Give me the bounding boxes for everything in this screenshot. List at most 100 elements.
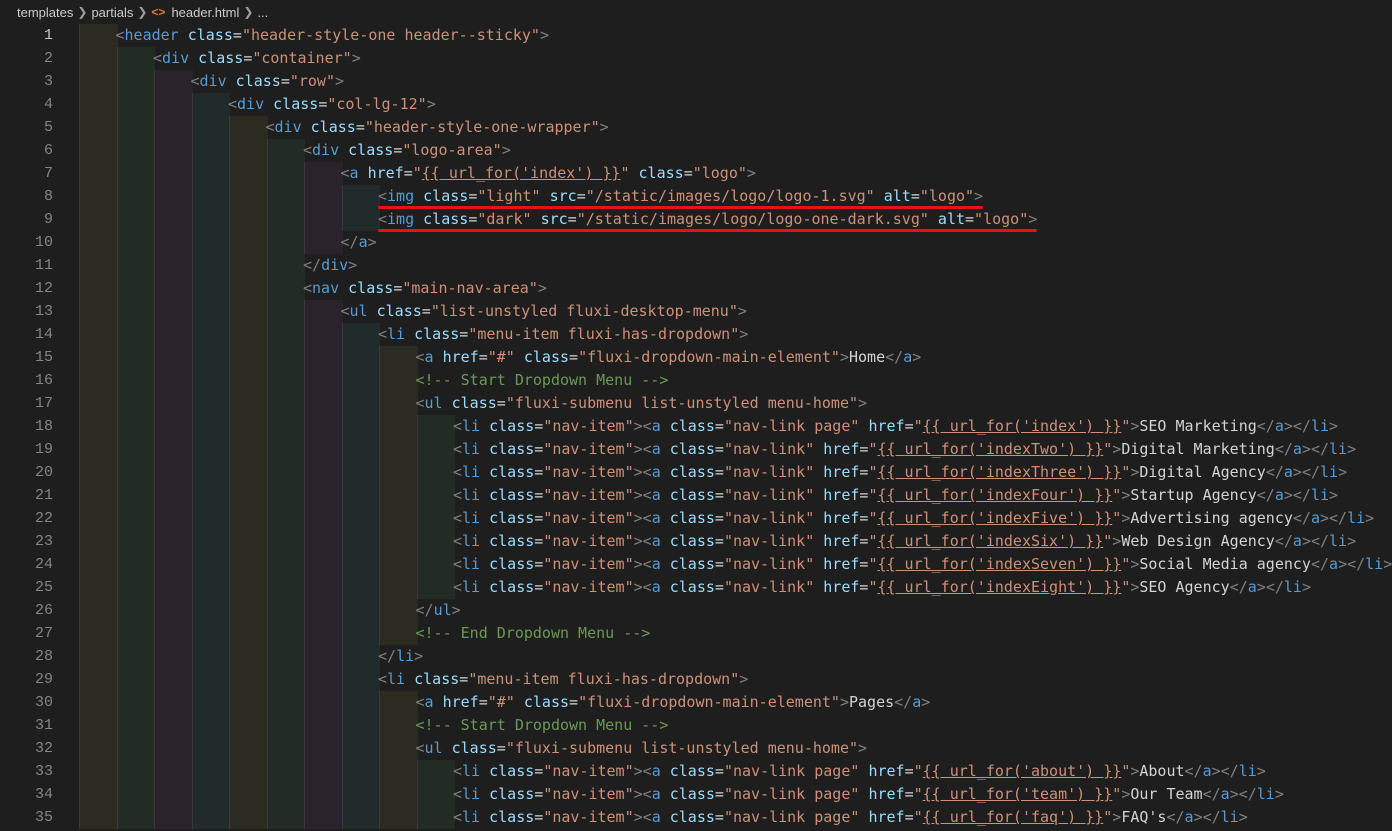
- code-text[interactable]: <div class="row">: [191, 70, 345, 93]
- code-text[interactable]: <ul class="fluxi-submenu list-unstyled m…: [416, 392, 868, 415]
- code-line[interactable]: 4 <div class="col-lg-12">: [0, 93, 1392, 116]
- code-line[interactable]: 1 <header class="header-style-one header-…: [0, 24, 1392, 47]
- code-line[interactable]: 27 <!-- End Dropdown Menu -->: [0, 622, 1392, 645]
- code-text[interactable]: <img class="dark" src="/static/images/lo…: [378, 208, 1037, 231]
- code-text[interactable]: <li class="nav-item"><a class="nav-link"…: [453, 438, 1356, 461]
- breadcrumb-item-partials[interactable]: partials: [91, 5, 133, 20]
- indent-guide: [416, 576, 455, 599]
- code-line[interactable]: 10 </a>: [0, 231, 1392, 254]
- code-text[interactable]: <!-- Start Dropdown Menu -->: [416, 714, 669, 737]
- code-line[interactable]: 22 <li class="nav-item"><a class="nav-lin…: [0, 507, 1392, 530]
- code-line[interactable]: 34 <li class="nav-item"><a class="nav-lin…: [0, 783, 1392, 806]
- code-text[interactable]: <a href="#" class="fluxi-dropdown-main-e…: [416, 691, 931, 714]
- code-text[interactable]: <ul class="list-unstyled fluxi-desktop-m…: [341, 300, 747, 323]
- indent-guide: [266, 576, 305, 599]
- code-line[interactable]: 18 <li class="nav-item"><a class="nav-lin…: [0, 415, 1392, 438]
- annotation-underline: [378, 206, 984, 209]
- indent-guide: [116, 461, 155, 484]
- code-line[interactable]: 20 <li class="nav-item"><a class="nav-lin…: [0, 461, 1392, 484]
- indent-guide: [154, 668, 193, 691]
- code-line[interactable]: 33 <li class="nav-item"><a class="nav-lin…: [0, 760, 1392, 783]
- code-line[interactable]: 11 </div>: [0, 254, 1392, 277]
- code-text[interactable]: <nav class="main-nav-area">: [303, 277, 547, 300]
- code-line[interactable]: 5 <div class="header-style-one-wrapper">: [0, 116, 1392, 139]
- indent-guide: [116, 530, 155, 553]
- indent-guide: [379, 599, 418, 622]
- code-text[interactable]: <li class="nav-item"><a class="nav-link"…: [453, 530, 1356, 553]
- code-line[interactable]: 26 </ul>: [0, 599, 1392, 622]
- code-text[interactable]: <li class="nav-item"><a class="nav-link …: [453, 760, 1266, 783]
- code-line[interactable]: 19 <li class="nav-item"><a class="nav-lin…: [0, 438, 1392, 461]
- indent-guide: [116, 162, 155, 185]
- indent-guide: [304, 415, 343, 438]
- code-text[interactable]: <li class="nav-item"><a class="nav-link"…: [453, 484, 1338, 507]
- code-line[interactable]: 15 <a href="#" class="fluxi-dropdown-main…: [0, 346, 1392, 369]
- code-editor[interactable]: 1 <header class="header-style-one header-…: [0, 24, 1392, 831]
- code-line[interactable]: 9 <img class="dark" src="/static/images/l…: [0, 208, 1392, 231]
- code-text[interactable]: <li class="nav-item"><a class="nav-link"…: [453, 461, 1347, 484]
- breadcrumb-item-templates[interactable]: templates: [17, 5, 73, 20]
- code-text[interactable]: <li class="nav-item"><a class="nav-link"…: [453, 553, 1392, 576]
- code-line[interactable]: 24 <li class="nav-item"><a class="nav-lin…: [0, 553, 1392, 576]
- code-line[interactable]: 28 </li>: [0, 645, 1392, 668]
- code-line[interactable]: 14 <li class="menu-item fluxi-has-dropdow…: [0, 323, 1392, 346]
- indent-guide: [116, 553, 155, 576]
- code-line[interactable]: 31 <!-- Start Dropdown Menu -->: [0, 714, 1392, 737]
- code-line[interactable]: 35 <li class="nav-item"><a class="nav-lin…: [0, 806, 1392, 829]
- code-line[interactable]: 8 <img class="light" src="/static/images/…: [0, 185, 1392, 208]
- indent-guide: [116, 323, 155, 346]
- line-number: 5: [43, 119, 53, 136]
- code-line[interactable]: 23 <li class="nav-item"><a class="nav-lin…: [0, 530, 1392, 553]
- indent-guide: [79, 714, 118, 737]
- code-line[interactable]: 29 <li class="menu-item fluxi-has-dropdow…: [0, 668, 1392, 691]
- code-text[interactable]: <div class="container">: [153, 47, 361, 70]
- code-line[interactable]: 7 <a href="{{ url_for('index') }}" class=…: [0, 162, 1392, 185]
- code-text[interactable]: <li class="menu-item fluxi-has-dropdown"…: [378, 668, 748, 691]
- code-text[interactable]: <!-- End Dropdown Menu -->: [416, 622, 651, 645]
- indent-guide: [266, 760, 305, 783]
- code-text[interactable]: </ul>: [416, 599, 461, 622]
- code-text[interactable]: <a href="#" class="fluxi-dropdown-main-e…: [416, 346, 922, 369]
- code-line[interactable]: 25 <li class="nav-item"><a class="nav-lin…: [0, 576, 1392, 599]
- code-line[interactable]: 32 <ul class="fluxi-submenu list-unstyled…: [0, 737, 1392, 760]
- code-text[interactable]: </div>: [303, 254, 357, 277]
- code-text[interactable]: </a>: [341, 231, 377, 254]
- code-text[interactable]: <ul class="fluxi-submenu list-unstyled m…: [416, 737, 868, 760]
- code-text[interactable]: <div class="logo-area">: [303, 139, 511, 162]
- code-line[interactable]: 12 <nav class="main-nav-area">: [0, 277, 1392, 300]
- indent-guide: [79, 645, 118, 668]
- code-text[interactable]: <li class="nav-item"><a class="nav-link …: [453, 415, 1338, 438]
- code-text[interactable]: <header class="header-style-one header--…: [116, 24, 549, 47]
- indent-guide: [266, 783, 305, 806]
- code-text[interactable]: <li class="nav-item"><a class="nav-link"…: [453, 507, 1374, 530]
- indent-guide: [379, 438, 418, 461]
- breadcrumb-item-symbols[interactable]: ...: [257, 5, 268, 20]
- code-text[interactable]: <div class="header-style-one-wrapper">: [266, 116, 609, 139]
- code-text[interactable]: <li class="nav-item"><a class="nav-link …: [453, 783, 1284, 806]
- code-line[interactable]: 16 <!-- Start Dropdown Menu -->: [0, 369, 1392, 392]
- code-line[interactable]: 2 <div class="container">: [0, 47, 1392, 70]
- breadcrumb-item-file[interactable]: header.html: [171, 5, 239, 20]
- code-line[interactable]: 3 <div class="row">: [0, 70, 1392, 93]
- indent-guide: [191, 392, 230, 415]
- code-line[interactable]: 17 <ul class="fluxi-submenu list-unstyled…: [0, 392, 1392, 415]
- code-text[interactable]: <li class="menu-item fluxi-has-dropdown"…: [378, 323, 748, 346]
- code-text[interactable]: <div class="col-lg-12">: [228, 93, 436, 116]
- line-number: 9: [43, 211, 53, 228]
- indent-guide: [341, 691, 380, 714]
- indent-guide: [304, 346, 343, 369]
- indent-guide: [154, 300, 193, 323]
- code-line[interactable]: 30 <a href="#" class="fluxi-dropdown-main…: [0, 691, 1392, 714]
- code-line[interactable]: 13 <ul class="list-unstyled fluxi-desktop…: [0, 300, 1392, 323]
- code-text[interactable]: <!-- Start Dropdown Menu -->: [416, 369, 669, 392]
- code-line[interactable]: 21 <li class="nav-item"><a class="nav-lin…: [0, 484, 1392, 507]
- code-line[interactable]: 6 <div class="logo-area">: [0, 139, 1392, 162]
- code-text[interactable]: <li class="nav-item"><a class="nav-link …: [453, 806, 1248, 829]
- indent-guide: [416, 438, 455, 461]
- code-text[interactable]: <img class="light" src="/static/images/l…: [378, 185, 983, 208]
- code-text[interactable]: <a href="{{ url_for('index') }}" class="…: [341, 162, 756, 185]
- indent-guide: [191, 208, 230, 231]
- code-text[interactable]: </li>: [378, 645, 423, 668]
- code-text[interactable]: <li class="nav-item"><a class="nav-link"…: [453, 576, 1311, 599]
- indent-guide: [266, 369, 305, 392]
